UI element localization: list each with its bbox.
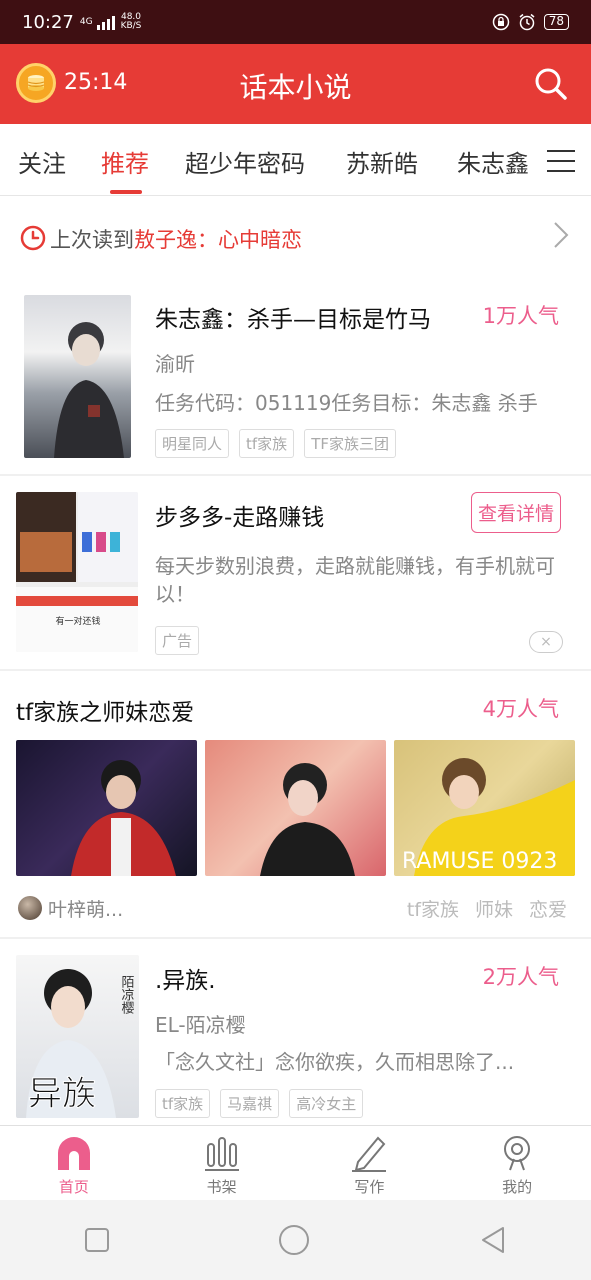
view-details-button[interactable]: 查看详情 (470, 492, 561, 533)
tag[interactable]: tf家族 (155, 1089, 211, 1118)
network-speed: 48.0 KB/S (120, 12, 142, 31)
tag[interactable]: 恋爱 (529, 895, 567, 922)
book-title: tf家族之师妹恋爱 (16, 700, 195, 726)
story-image: RAMUSE 0923 (394, 740, 575, 876)
ad-cover-caption: 有一对还钱 (55, 615, 100, 627)
story-image (16, 740, 197, 876)
tag-list: tf家族 师妹 恋爱 (407, 895, 567, 922)
book-title: 朱志鑫：杀手—目标是竹马 (155, 307, 431, 333)
system-navigation (0, 1200, 591, 1280)
tag[interactable]: 明星同人 (155, 429, 230, 458)
app-bar: 25:14 话本小说 (0, 44, 591, 124)
home-circle-icon[interactable] (278, 1224, 310, 1256)
search-icon[interactable] (533, 66, 569, 102)
book-description: 「念久文社」念你欲疾，久而相思除了... (155, 1050, 515, 1074)
clock-icon (20, 225, 46, 251)
close-ad-icon[interactable]: × (529, 631, 563, 653)
tag-list: 明星同人 tf家族 TF家族三团 (155, 429, 396, 458)
reading-timer: 25:14 (64, 70, 128, 95)
tag[interactable]: 师妹 (475, 895, 513, 922)
cover-vertical-text: 陌凉樱 (119, 975, 135, 1014)
tag-list: tf家族 马嘉祺 高冷女主 (155, 1089, 364, 1118)
last-read-text: 上次读到敖子逸：心中暗恋 (50, 224, 302, 254)
tag[interactable]: tf家族 (407, 895, 459, 922)
nav-label: 首页 (58, 1178, 89, 1196)
network-type: 4G (79, 17, 93, 27)
tab-following[interactable]: 关注 (18, 144, 66, 179)
nav-bookshelf[interactable]: 书架 (148, 1126, 296, 1200)
signal-icon (96, 14, 115, 30)
ad-title: 步多多-走路赚钱 (155, 505, 325, 531)
pen-icon (352, 1136, 387, 1172)
hamburger-icon[interactable] (547, 150, 575, 174)
tag[interactable]: tf家族 (239, 429, 295, 458)
ad-label: 广告 (155, 626, 200, 655)
ad-description: 每天步数别浪费，走路就能赚钱，有手机就可以！ (155, 554, 555, 606)
popularity-count: 4万人气 (482, 697, 559, 721)
book-cover-image (24, 295, 131, 458)
book-author: 叶梓萌... (48, 899, 124, 921)
book-description: 任务代码：051119任务目标：朱志鑫 杀手 (155, 391, 538, 415)
category-tabs: 关注 推荐 超少年密码 苏新皓 朱志鑫 (0, 124, 591, 196)
tag[interactable]: TF家族三团 (304, 429, 396, 458)
last-read-banner[interactable]: 上次读到敖子逸：心中暗恋 (0, 196, 591, 282)
last-read-prefix: 上次读到 (50, 228, 134, 252)
lock-rotation-icon (492, 13, 509, 31)
image-watermark: RAMUSE 0923 (402, 849, 557, 874)
story-image (205, 740, 386, 876)
tag[interactable]: 高冷女主 (289, 1089, 364, 1118)
tab-su-xinhao[interactable]: 苏新皓 (346, 144, 418, 179)
popularity-count: 2万人气 (482, 965, 559, 989)
ad-cover-image: 有一对还钱 (16, 492, 138, 652)
back-icon[interactable] (479, 1225, 507, 1255)
active-tab-indicator (110, 190, 142, 194)
cover-title-text: 异族 (28, 1074, 96, 1114)
nav-label: 我的 (502, 1178, 533, 1196)
last-read-book: 敖子逸：心中暗恋 (134, 228, 302, 252)
tab-zhu-zhixin[interactable]: 朱志鑫 (457, 144, 529, 179)
book-author: EL-陌凉樱 (155, 1013, 246, 1037)
chevron-right-icon (554, 222, 569, 248)
nav-write[interactable]: 写作 (296, 1126, 444, 1200)
bookshelf-icon (204, 1137, 239, 1171)
popularity-count: 1万人气 (482, 304, 559, 328)
bottom-navigation: 首页 书架 写作 我的 (0, 1125, 591, 1200)
tag[interactable]: 马嘉祺 (220, 1089, 280, 1118)
nav-label: 书架 (206, 1178, 237, 1196)
gold-coin-icon[interactable] (16, 63, 56, 103)
status-bar: 10:27 4G 48.0 KB/S 78 (0, 0, 591, 44)
home-icon (57, 1137, 90, 1170)
recent-apps-icon[interactable] (84, 1227, 110, 1253)
battery-indicator: 78 (543, 14, 569, 30)
book-card-tf-family[interactable]: tf家族之师妹恋爱 4万人气 RAMUSE 0923 叶梓萌... tf家族 师… (0, 671, 591, 937)
book-title: .异族. (155, 968, 216, 994)
nav-label: 写作 (354, 1178, 385, 1196)
book-card-zhu-zhixin[interactable]: 朱志鑫：杀手—目标是竹马 1万人气 渝昕 任务代码：051119任务目标：朱志鑫… (0, 282, 591, 474)
avatar (18, 896, 42, 920)
alarm-icon (519, 13, 535, 31)
profile-icon (504, 1136, 531, 1171)
ad-card[interactable]: 有一对还钱 步多多-走路赚钱 查看详情 每天步数别浪费，走路就能赚钱，有手机就可… (0, 476, 591, 669)
book-author: 渝昕 (155, 352, 195, 376)
tab-super-youth-code[interactable]: 超少年密码 (185, 144, 305, 179)
status-time: 10:27 (22, 11, 74, 33)
nav-profile[interactable]: 我的 (443, 1126, 591, 1200)
book-cover-image: 异族 陌凉樱 (16, 955, 139, 1118)
nav-home[interactable]: 首页 (0, 1126, 148, 1200)
book-card-yizu[interactable]: 异族 陌凉樱 .异族. 2万人气 EL-陌凉樱 「念久文社」念你欲疾，久而相思除… (0, 939, 591, 1125)
tab-recommended[interactable]: 推荐 (101, 144, 149, 179)
